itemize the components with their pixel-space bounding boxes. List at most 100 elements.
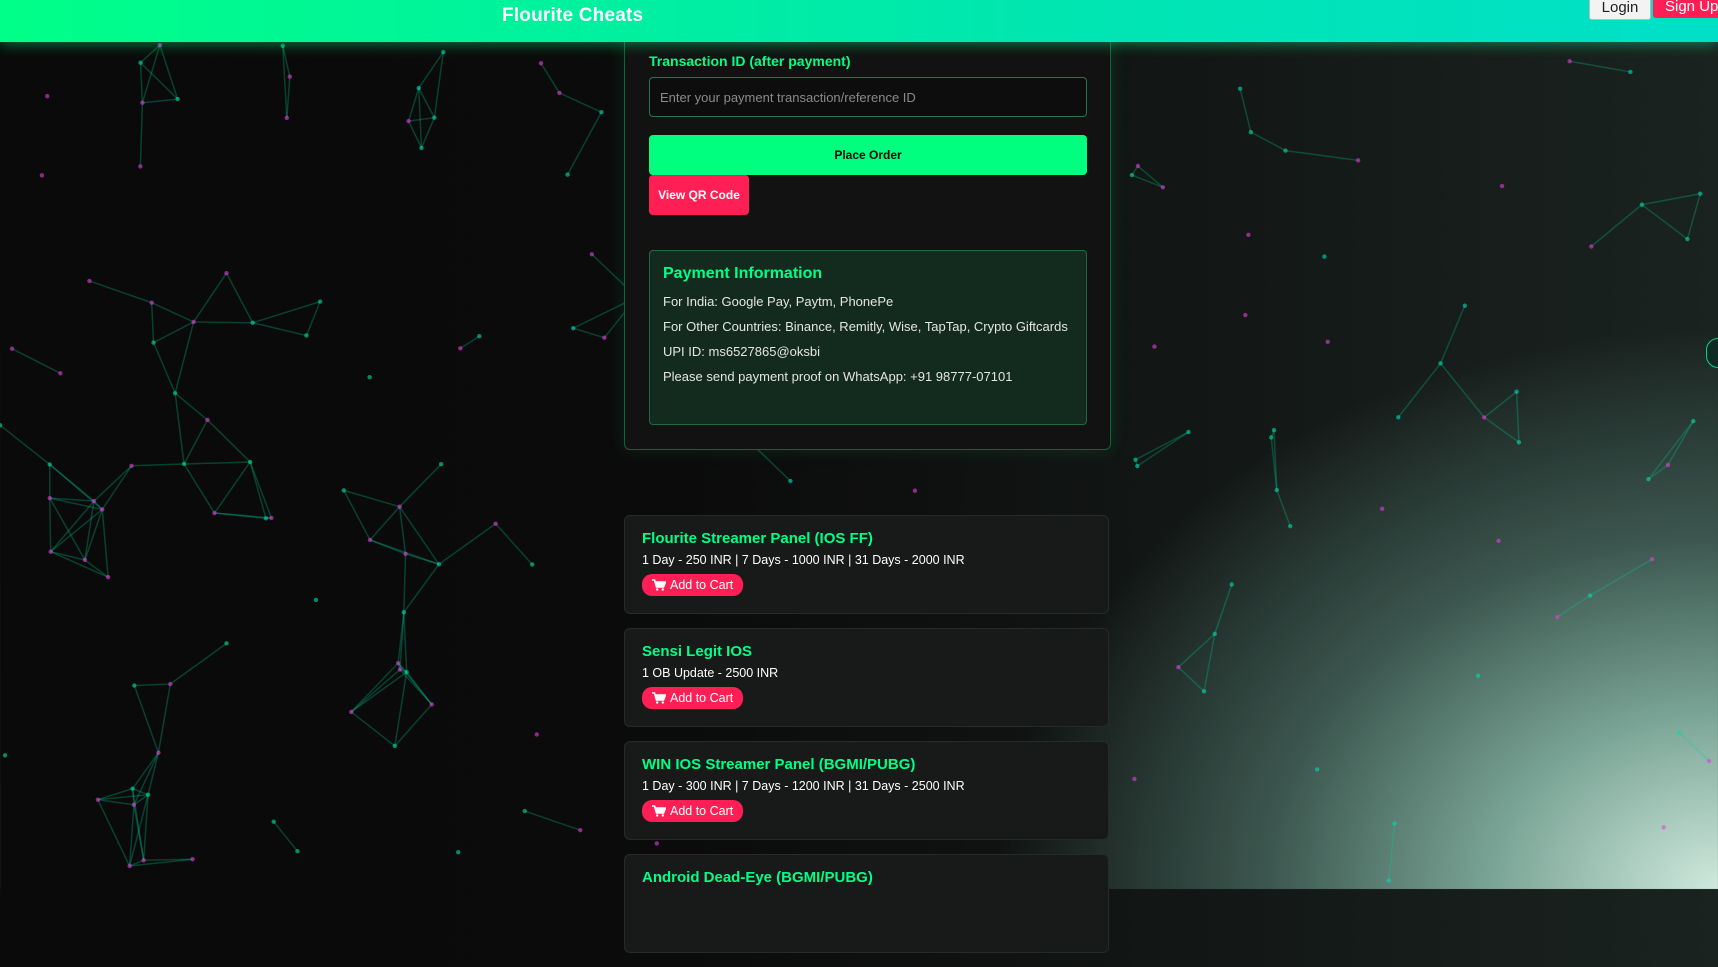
- brand-logo-text[interactable]: Flourite Cheats: [502, 5, 643, 27]
- network-link: [1178, 667, 1204, 691]
- network-node: [1202, 689, 1206, 693]
- network-node: [48, 496, 52, 500]
- network-node: [156, 750, 160, 754]
- network-node: [1514, 390, 1518, 394]
- place-order-button[interactable]: Place Order: [649, 135, 1087, 175]
- network-node: [402, 610, 406, 614]
- network-node: [190, 857, 194, 861]
- network-link: [306, 302, 320, 336]
- network-link: [175, 393, 184, 464]
- network-link: [152, 303, 194, 322]
- network-node: [130, 786, 134, 790]
- network-node: [458, 346, 462, 350]
- network-node: [1283, 148, 1287, 152]
- network-node: [182, 462, 186, 466]
- network-link: [175, 393, 207, 420]
- network-link: [419, 88, 422, 148]
- transaction-id-input[interactable]: [649, 77, 1087, 117]
- network-node: [173, 391, 177, 395]
- add-to-cart-button[interactable]: Add to Cart: [642, 800, 743, 822]
- network-node: [1243, 313, 1247, 317]
- network-link: [1251, 132, 1286, 150]
- product-price: 1 OB Update - 2500 INR: [642, 666, 1091, 680]
- network-node: [456, 850, 460, 854]
- network-link: [152, 303, 154, 343]
- network-link: [142, 99, 177, 103]
- add-to-cart-button[interactable]: Add to Cart: [642, 687, 743, 709]
- network-node: [129, 464, 133, 468]
- network-node: [318, 299, 322, 303]
- network-node: [140, 101, 144, 105]
- network-link: [1137, 432, 1188, 466]
- view-qr-code-button[interactable]: View QR Code: [649, 175, 749, 215]
- network-node: [212, 511, 216, 515]
- network-node: [368, 538, 372, 542]
- add-to-cart-label: Add to Cart: [670, 691, 733, 705]
- network-link: [250, 462, 271, 518]
- network-node: [1230, 582, 1234, 586]
- network-node: [493, 521, 497, 525]
- payment-info-line: For Other Countries: Binance, Remitly, W…: [663, 318, 1073, 335]
- network-link: [1591, 205, 1642, 247]
- network-node: [1640, 202, 1644, 206]
- network-link: [1240, 89, 1251, 132]
- network-node: [48, 462, 52, 466]
- network-link: [1286, 151, 1359, 161]
- network-link: [1441, 306, 1465, 364]
- network-node: [578, 828, 582, 832]
- side-floating-tab[interactable]: [1706, 338, 1718, 368]
- network-link: [1687, 194, 1700, 239]
- network-node: [45, 94, 49, 98]
- network-node: [396, 661, 400, 665]
- network-node: [1133, 457, 1137, 461]
- payment-information-title: Payment Information: [663, 265, 1073, 283]
- network-link: [250, 462, 266, 518]
- network-link: [1135, 432, 1188, 460]
- network-link: [184, 420, 207, 464]
- network-link: [1642, 205, 1688, 239]
- network-link: [1398, 363, 1440, 417]
- network-node: [1691, 419, 1695, 423]
- login-button[interactable]: Login: [1589, 0, 1651, 20]
- network-link: [134, 684, 170, 686]
- network-node: [224, 641, 228, 645]
- add-to-cart-label: Add to Cart: [670, 804, 733, 818]
- network-link: [1484, 417, 1519, 442]
- checkout-form: Transaction ID (after payment) Place Ord…: [624, 30, 1111, 450]
- network-link: [351, 663, 398, 712]
- network-link: [1570, 61, 1631, 72]
- product-price: 1 Day - 250 INR | 7 Days - 1000 INR | 31…: [642, 553, 1091, 567]
- network-node: [48, 550, 52, 554]
- network-link: [439, 524, 496, 565]
- network-node: [602, 336, 606, 340]
- network-node: [40, 173, 44, 177]
- product-card: WIN IOS Streamer Panel (BGMI/PUBG) 1 Day…: [624, 741, 1109, 840]
- network-node: [437, 562, 441, 566]
- network-node: [1496, 539, 1500, 543]
- signup-button[interactable]: Sign Up: [1653, 0, 1718, 18]
- network-link: [400, 464, 442, 507]
- network-link: [460, 336, 479, 348]
- network-link: [404, 612, 407, 672]
- network-node: [1396, 415, 1400, 419]
- network-node: [83, 558, 87, 562]
- network-link: [1668, 421, 1693, 465]
- network-link: [1132, 175, 1163, 187]
- add-to-cart-label: Add to Cart: [670, 578, 733, 592]
- product-card: Sensi Legit IOS 1 OB Update - 2500 INR A…: [624, 628, 1109, 727]
- network-node: [271, 820, 275, 824]
- network-link: [184, 464, 214, 513]
- network-node: [1315, 767, 1319, 771]
- network-node: [406, 119, 410, 123]
- network-node: [1517, 440, 1521, 444]
- add-to-cart-button[interactable]: Add to Cart: [642, 574, 743, 596]
- network-link: [154, 322, 194, 343]
- network-node: [1213, 632, 1217, 636]
- network-link: [1648, 421, 1693, 479]
- network-link: [1557, 596, 1590, 618]
- network-node: [397, 505, 401, 509]
- network-link: [184, 462, 250, 464]
- network-link: [154, 343, 176, 394]
- network-node: [1646, 477, 1650, 481]
- network-node: [1567, 59, 1571, 63]
